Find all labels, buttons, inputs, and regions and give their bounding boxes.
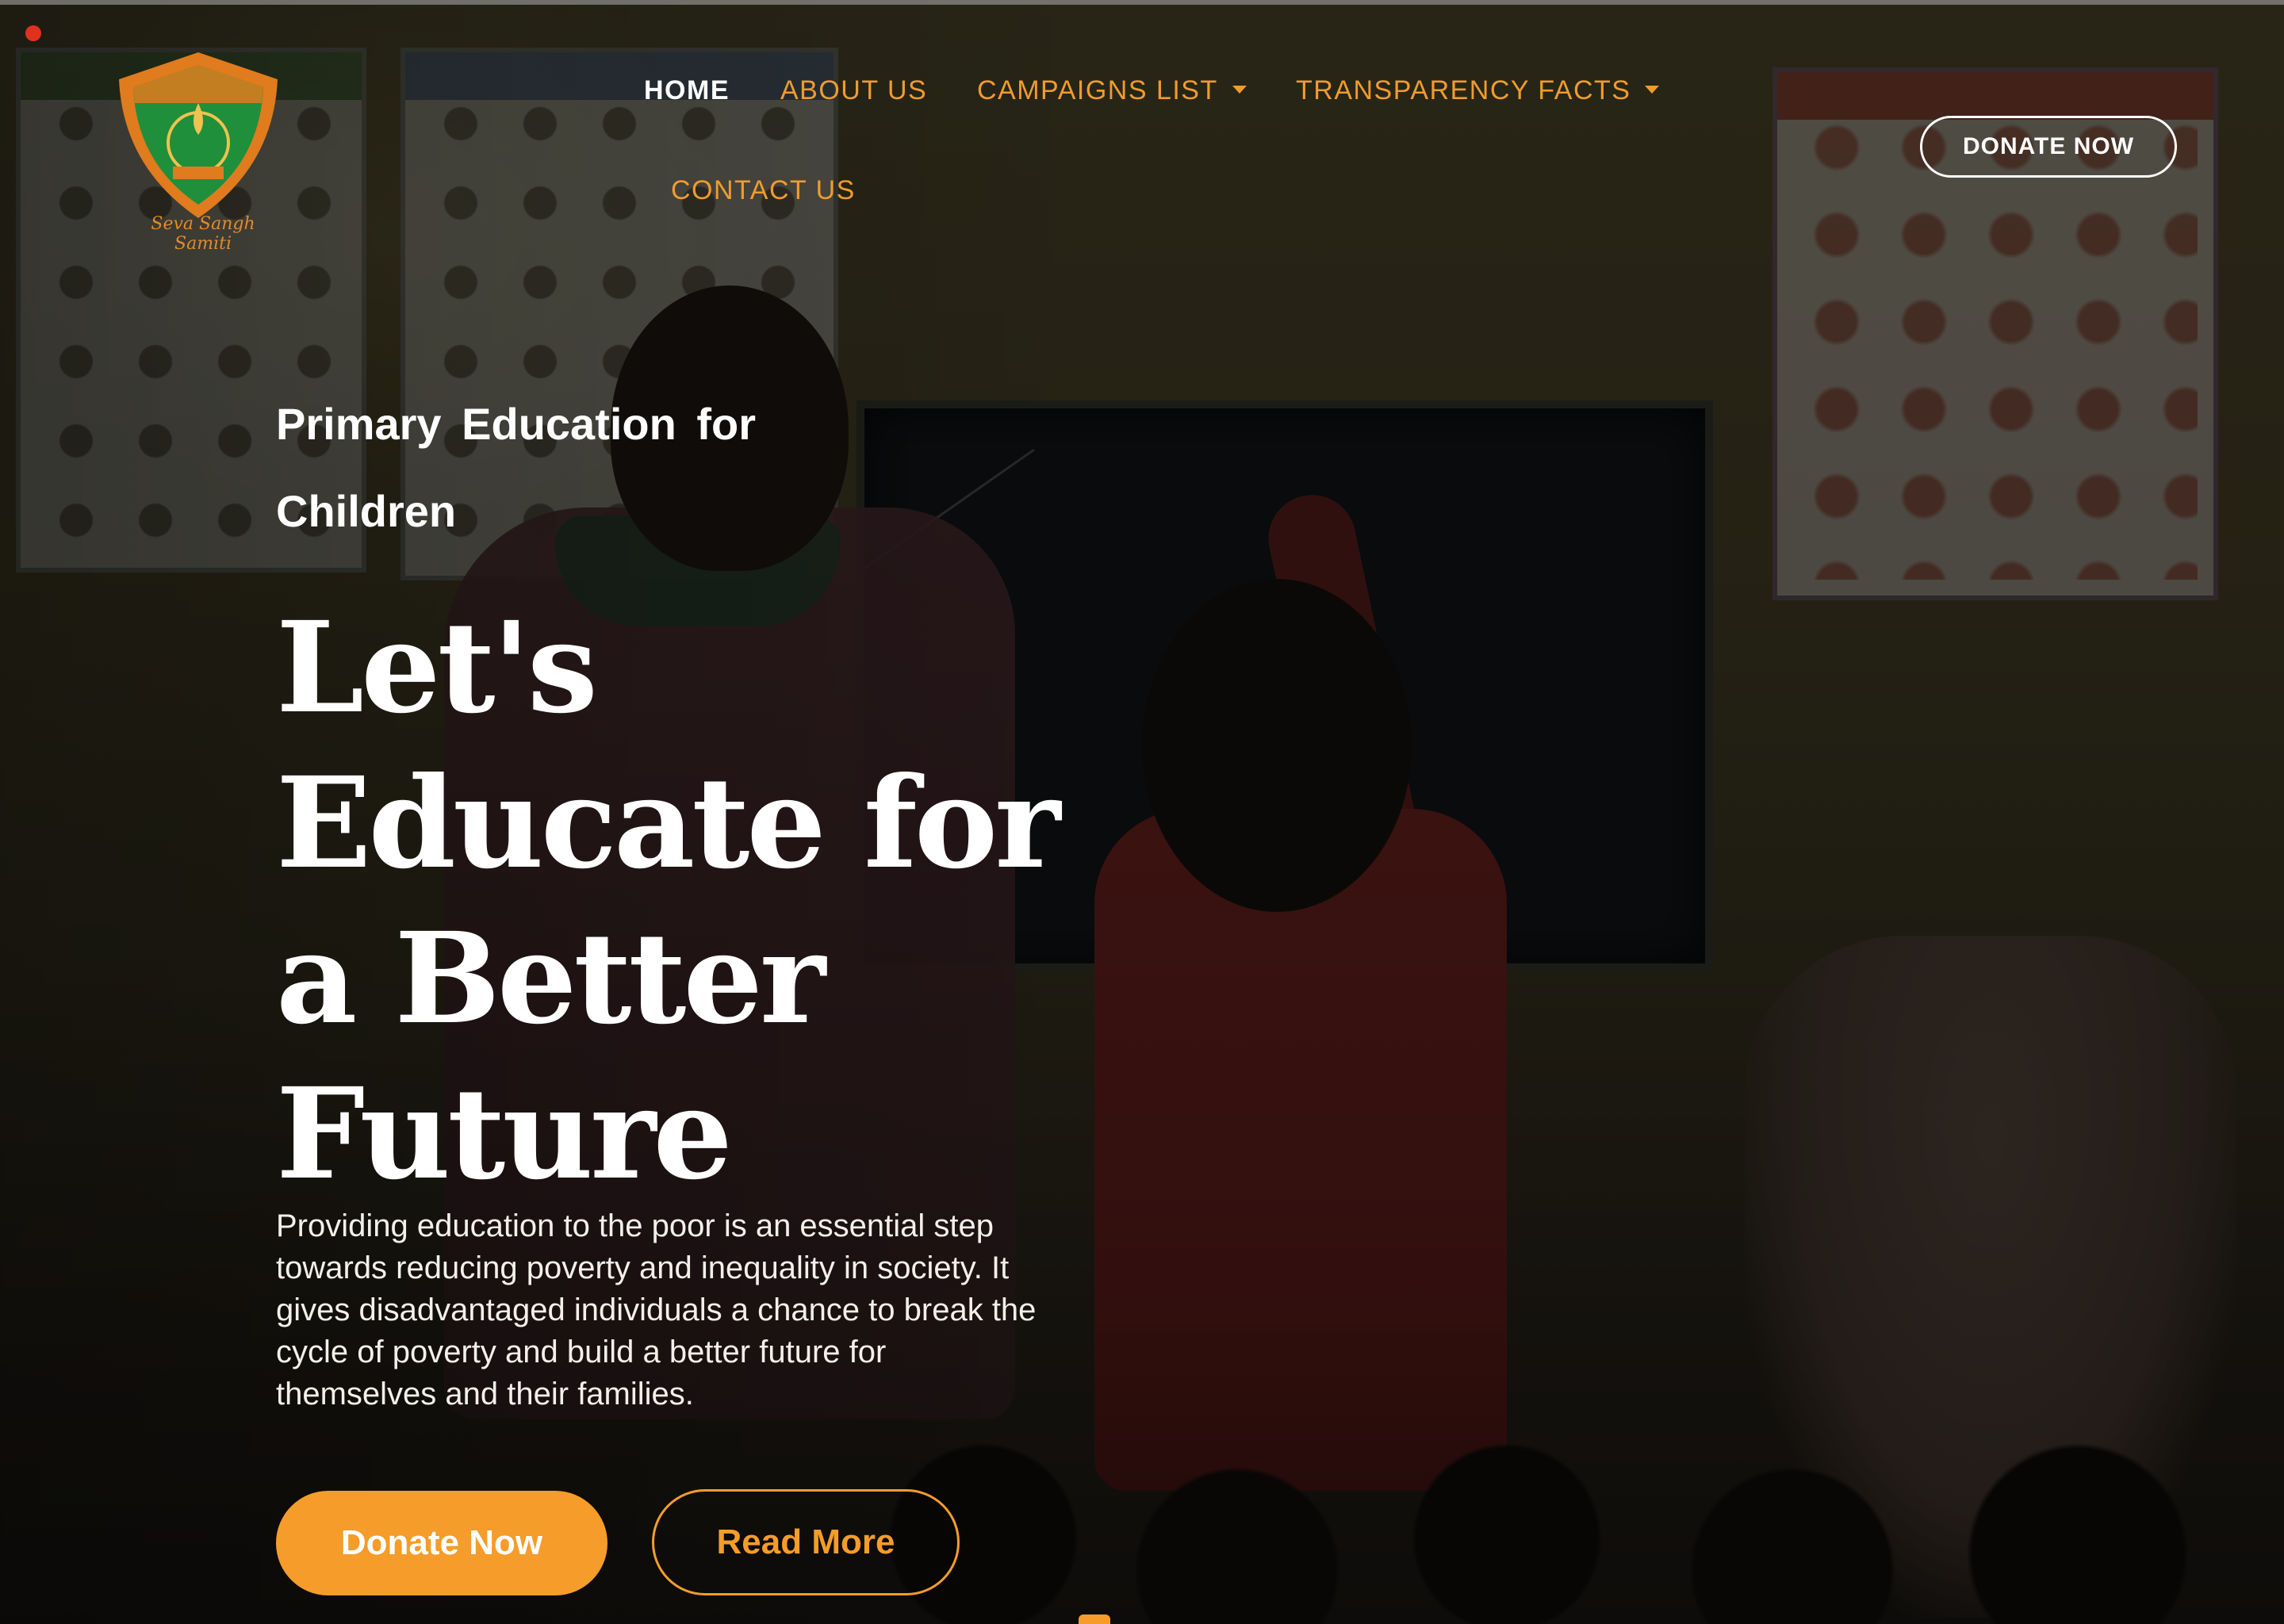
chevron-down-icon (1232, 86, 1247, 94)
window-top-edge (0, 0, 2284, 5)
scroll-indicator[interactable] (1079, 1614, 1110, 1624)
nav-transparency-label: TRANSPARENCY FACTS (1296, 75, 1631, 105)
logo-caption: Seva Sangh Samiti (151, 214, 255, 254)
nav-about-us[interactable]: ABOUT US (780, 75, 927, 106)
nav-home[interactable]: HOME (644, 75, 730, 106)
hero-description: Providing education to the poor is an es… (276, 1208, 1037, 1411)
hero-headline: Let's Educate for a Better Future (276, 591, 1069, 1212)
headline-line: a Better (276, 906, 826, 1052)
nav-transparency-facts[interactable]: TRANSPARENCY FACTS (1296, 75, 1660, 106)
nav-contact-us[interactable]: CONTACT US (671, 175, 856, 206)
chevron-down-icon (1645, 86, 1660, 94)
header-donate-button[interactable]: DONATE NOW (1920, 116, 2177, 178)
hero-subtitle: Primary Education for Children (276, 399, 757, 536)
headline-line: Educate for (276, 750, 1060, 897)
headline-line: Let's (276, 595, 598, 741)
donate-now-button[interactable]: Donate Now (276, 1491, 607, 1595)
nav-campaigns-list[interactable]: CAMPAIGNS LIST (977, 75, 1247, 106)
window-close-dot[interactable] (25, 25, 41, 41)
read-more-button[interactable]: Read More (652, 1489, 960, 1595)
headline-line: Future (276, 1061, 733, 1208)
nav-campaigns-label: CAMPAIGNS LIST (977, 75, 1218, 105)
